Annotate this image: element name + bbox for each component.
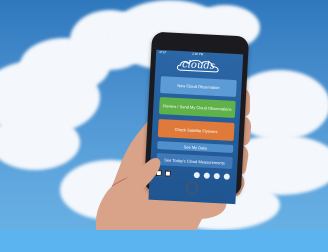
thumb <box>118 158 161 190</box>
photo-scene: AT&T 2:36 PM clouds New Cloud Observatio… <box>0 0 328 252</box>
bottom-color-band <box>0 230 328 252</box>
